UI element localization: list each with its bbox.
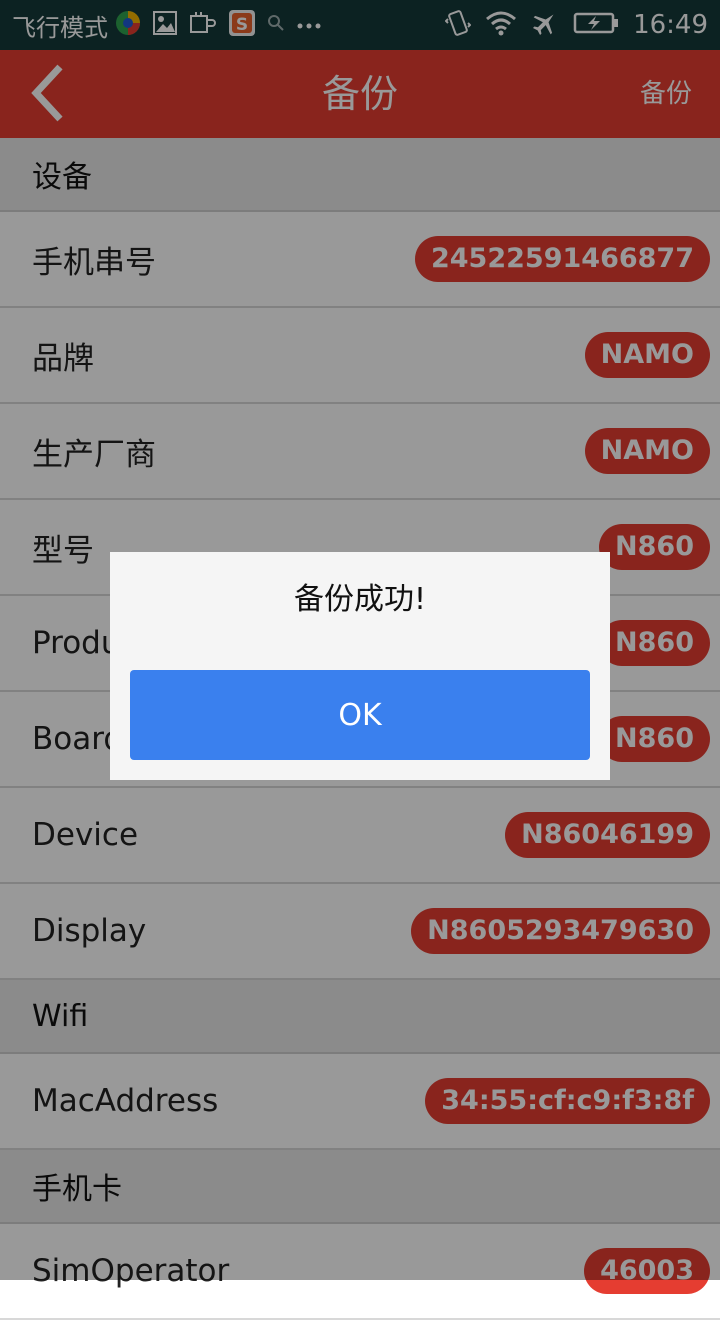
dialog-message: 备份成功! — [293, 582, 427, 617]
backup-success-dialog: 备份成功! OK — [110, 552, 610, 780]
ok-button[interactable]: OK — [130, 670, 590, 760]
